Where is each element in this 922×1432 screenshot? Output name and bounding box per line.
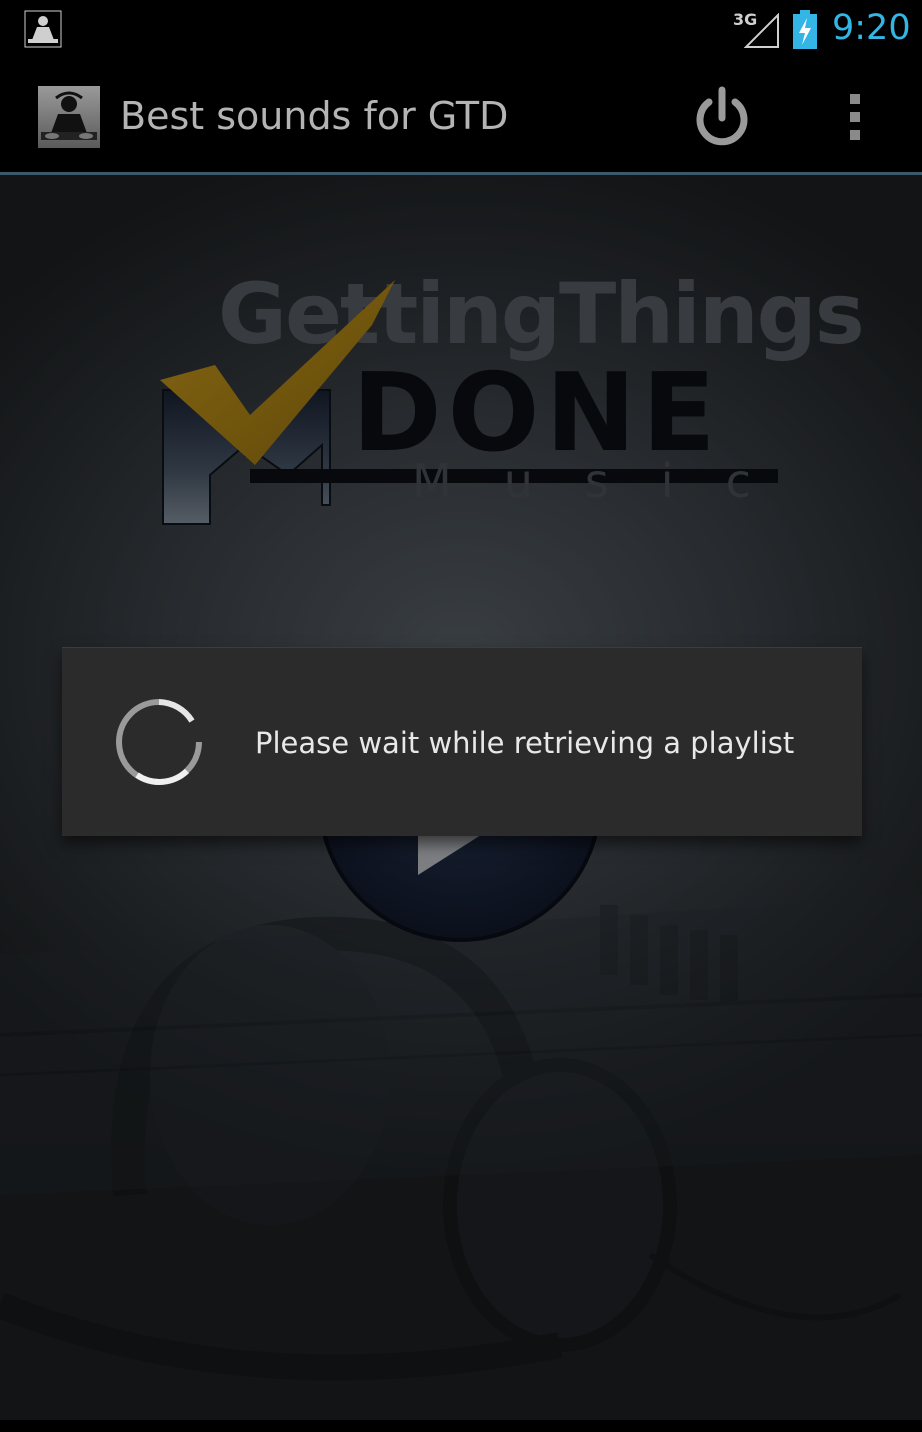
- status-bar: 3G 9:20: [0, 0, 922, 62]
- loading-spinner-icon: [116, 698, 203, 785]
- app-screen: 3G 9:20 Best sounds for GTD GettingThing…: [0, 0, 922, 1432]
- action-bar: Best sounds for GTD: [0, 62, 922, 175]
- progress-dialog: Please wait while retrieving a playlist: [62, 647, 862, 836]
- dialog-message: Please wait while retrieving a playlist: [255, 726, 795, 760]
- bottom-edge: [0, 1420, 922, 1432]
- signal-strength-icon: [744, 13, 779, 48]
- splash-content: GettingThings DONE Music Please wait whi…: [0, 175, 922, 1420]
- dj-app-logo-icon[interactable]: [38, 86, 100, 148]
- overflow-menu-icon[interactable]: [834, 82, 878, 152]
- battery-charging-icon: [793, 10, 817, 49]
- dj-app-notification-icon: [24, 10, 62, 48]
- status-clock: 9:20: [832, 8, 911, 48]
- power-icon[interactable]: [682, 76, 762, 156]
- app-title: Best sounds for GTD: [120, 94, 509, 138]
